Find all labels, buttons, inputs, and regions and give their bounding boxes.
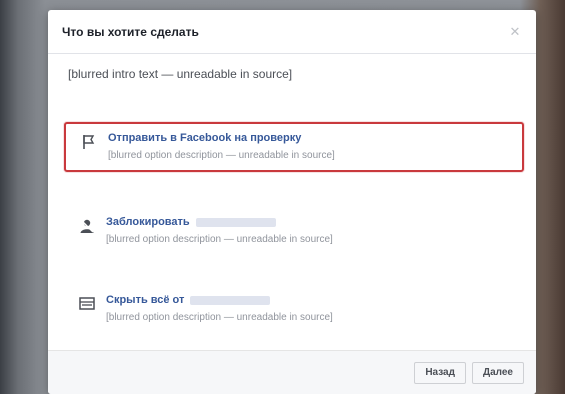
hide-icon: [79, 297, 95, 310]
option-title: Заблокировать: [106, 216, 514, 228]
option-hide-all[interactable]: Скрыть всё от [blurred option descriptio…: [64, 286, 524, 332]
redacted-target-name: [190, 295, 271, 305]
report-dialog: Что вы хотите сделать ✕ [blurred intro t…: [48, 10, 536, 394]
option-description: [blurred option description — unreadable…: [108, 150, 335, 161]
option-title-text: Заблокировать: [106, 216, 190, 228]
flag-icon: [83, 135, 95, 149]
option-description: [blurred option description — unreadable…: [106, 234, 333, 245]
option-report-to-facebook[interactable]: Отправить в Facebook на проверку [blurre…: [64, 122, 524, 172]
option-body: Заблокировать [blurred option descriptio…: [106, 216, 514, 246]
back-button[interactable]: Назад: [414, 361, 466, 384]
option-body: Скрыть всё от [blurred option descriptio…: [106, 294, 514, 324]
dialog-title: Что вы хотите сделать: [62, 24, 199, 39]
dialog-intro: [blurred intro text — unreadable in sour…: [68, 67, 293, 81]
option-title: Скрыть всё от: [106, 294, 514, 306]
block-icon: [80, 219, 94, 233]
option-description: [blurred option description — unreadable…: [106, 312, 333, 323]
option-block[interactable]: Заблокировать [blurred option descriptio…: [64, 208, 524, 254]
close-icon[interactable]: ✕: [508, 24, 522, 39]
option-title-text: Скрыть всё от: [106, 294, 185, 306]
dialog-footer: Назад Далее: [48, 350, 536, 394]
option-body: Отправить в Facebook на проверку [blurre…: [108, 132, 512, 162]
redacted-target-name: [195, 217, 276, 227]
option-title: Отправить в Facebook на проверку: [108, 132, 302, 144]
next-button[interactable]: Далее: [471, 361, 524, 384]
dialog-header: Что вы хотите сделать ✕: [48, 10, 536, 54]
